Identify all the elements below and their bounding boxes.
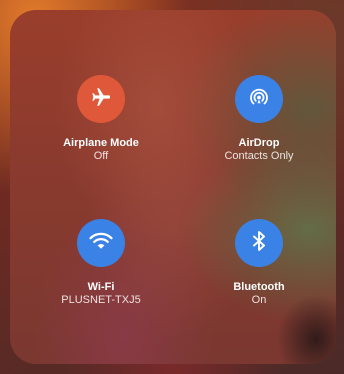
wifi-tile[interactable]: Wi-Fi PLUSNET-TXJ5 [26,219,176,307]
wifi-network-name: PLUSNET-TXJ5 [61,294,141,306]
airplane-icon [89,85,113,114]
wifi-icon [88,230,114,257]
airdrop-status: Contacts Only [224,150,294,162]
bluetooth-status: On [251,294,267,306]
bluetooth-tile[interactable]: Bluetooth On [184,219,334,307]
airdrop-label: AirDrop [238,137,280,149]
airdrop-button[interactable] [235,75,283,123]
airplane-mode-button[interactable] [77,75,125,123]
bluetooth-icon [249,229,269,258]
airplane-mode-label: Airplane Mode [63,137,139,149]
airdrop-tile[interactable]: AirDrop Contacts Only [184,75,334,163]
airdrop-icon [246,84,272,115]
connectivity-panel: Airplane Mode Off AirDrop Contacts Only [10,10,336,364]
wifi-button[interactable] [77,219,125,267]
wifi-label: Wi-Fi [87,281,115,293]
airplane-mode-tile[interactable]: Airplane Mode Off [26,75,176,163]
bluetooth-button[interactable] [235,219,283,267]
airplane-mode-status: Off [93,150,109,162]
bluetooth-label: Bluetooth [233,281,285,293]
